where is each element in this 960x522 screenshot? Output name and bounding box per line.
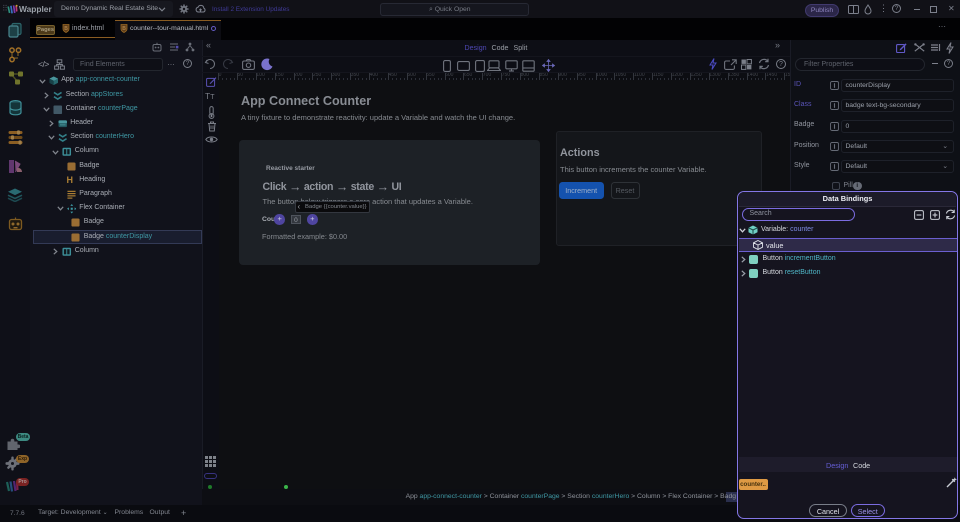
svg-text:B: B bbox=[122, 26, 126, 32]
svg-text:B: B bbox=[64, 26, 68, 32]
